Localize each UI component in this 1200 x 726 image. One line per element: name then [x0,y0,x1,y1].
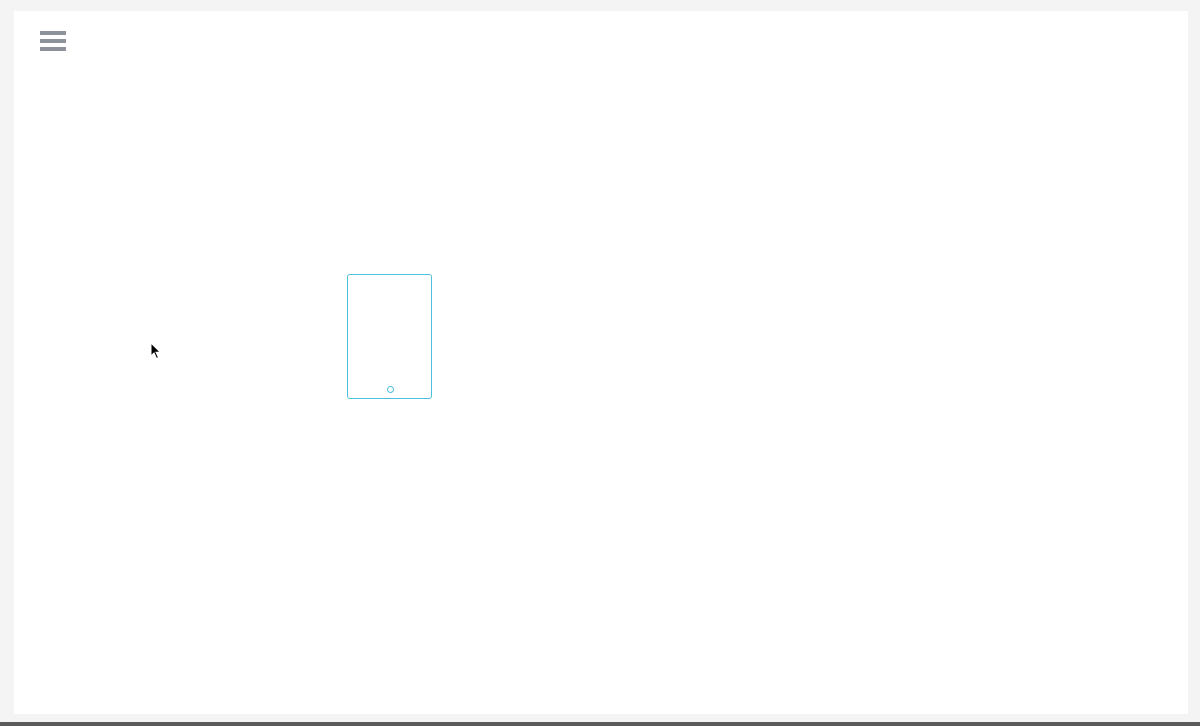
tablet-icon[interactable] [347,274,432,399]
tablet-home-button [387,386,394,393]
bottom-edge [0,722,1200,726]
canvas-area[interactable] [14,11,1188,714]
mouse-pointer-icon [150,341,162,360]
hamburger-menu-icon[interactable] [40,31,66,53]
page-frame [0,0,1200,726]
